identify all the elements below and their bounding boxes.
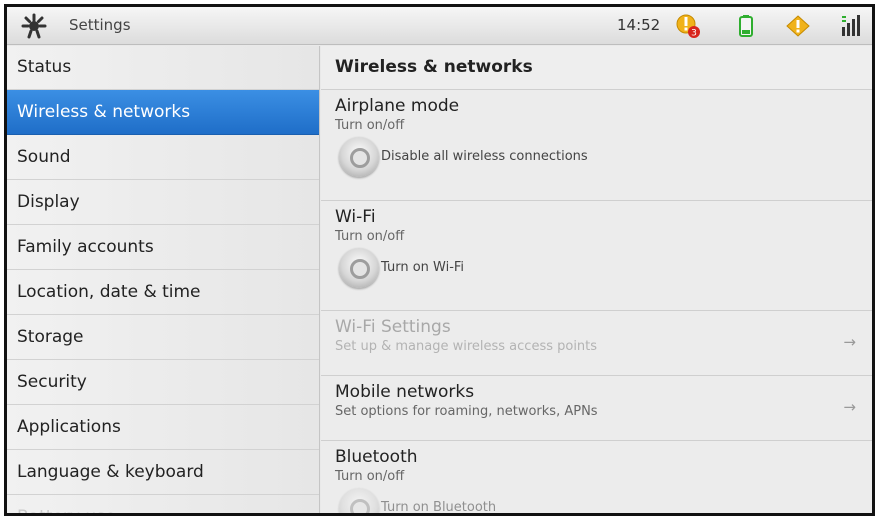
notification-count: 3 bbox=[691, 29, 697, 39]
pref-title: Bluetooth bbox=[335, 447, 418, 467]
wifi-pref[interactable]: Wi-Fi Turn on/off Turn on Wi-Fi bbox=[321, 201, 872, 311]
pref-title: Airplane mode bbox=[335, 96, 460, 116]
settings-category-list: Status Wireless & networks Sound Display… bbox=[7, 46, 320, 513]
sidebar-item-applications[interactable]: Applications bbox=[7, 405, 319, 450]
panel-title: Wireless & networks bbox=[321, 46, 872, 90]
bluetooth-pref[interactable]: Bluetooth Turn on/off Turn on Bluetooth bbox=[321, 441, 872, 515]
sidebar-item-wireless-networks[interactable]: Wireless & networks bbox=[7, 90, 319, 135]
battery-icon bbox=[733, 13, 759, 39]
sidebar-item-family-accounts[interactable]: Family accounts bbox=[7, 225, 319, 270]
airplane-mode-toggle[interactable] bbox=[339, 137, 379, 177]
toggle-label: Turn on Bluetooth bbox=[381, 500, 497, 515]
sidebar-item-sound[interactable]: Sound bbox=[7, 135, 319, 180]
pref-title: Mobile networks bbox=[335, 382, 475, 402]
pref-subtitle: Turn on/off bbox=[335, 229, 405, 244]
clock: 14:52 bbox=[617, 16, 661, 34]
status-bar: Settings 14:52 3 bbox=[7, 7, 872, 45]
warning-icon[interactable] bbox=[785, 13, 811, 39]
airplane-mode-pref[interactable]: Airplane mode Turn on/off Disable all wi… bbox=[321, 90, 872, 201]
wireless-networks-panel: Wireless & networks Airplane mode Turn o… bbox=[321, 46, 872, 515]
alert-badge-icon[interactable]: 3 bbox=[675, 13, 701, 39]
sidebar-item-language-keyboard[interactable]: Language & keyboard bbox=[7, 450, 319, 495]
sidebar-item-status[interactable]: Status bbox=[7, 46, 319, 90]
toggle-label: Turn on Wi-Fi bbox=[381, 260, 465, 275]
wifi-toggle[interactable] bbox=[339, 248, 379, 288]
pref-title: Wi-Fi bbox=[335, 207, 376, 227]
toggle-label: Disable all wireless connections bbox=[381, 149, 588, 164]
screen-frame: Settings 14:52 3 Status Wireless & netwo… bbox=[4, 4, 875, 516]
mobile-networks-pref[interactable]: Mobile networks Set options for roaming,… bbox=[321, 376, 872, 441]
sidebar-item-storage[interactable]: Storage bbox=[7, 315, 319, 360]
pref-subtitle: Turn on/off bbox=[335, 469, 405, 484]
bluetooth-toggle[interactable] bbox=[339, 488, 379, 513]
pref-subtitle: Set up & manage wireless access points bbox=[335, 339, 598, 354]
signal-icon bbox=[839, 13, 865, 39]
app-title: Settings bbox=[69, 16, 131, 34]
settings-gear-icon bbox=[21, 13, 47, 39]
sidebar-item-battery-use[interactable]: Battery use bbox=[7, 495, 319, 513]
arrow-right-icon: → bbox=[843, 333, 856, 351]
pref-subtitle: Turn on/off bbox=[335, 118, 405, 133]
pref-subtitle: Set options for roaming, networks, APNs bbox=[335, 404, 598, 419]
pref-title: Wi-Fi Settings bbox=[335, 317, 451, 337]
wifi-settings-pref[interactable]: Wi-Fi Settings Set up & manage wireless … bbox=[321, 311, 872, 376]
sidebar-item-display[interactable]: Display bbox=[7, 180, 319, 225]
arrow-right-icon: → bbox=[843, 398, 856, 416]
sidebar-item-location-date-time[interactable]: Location, date & time bbox=[7, 270, 319, 315]
sidebar-item-security[interactable]: Security bbox=[7, 360, 319, 405]
